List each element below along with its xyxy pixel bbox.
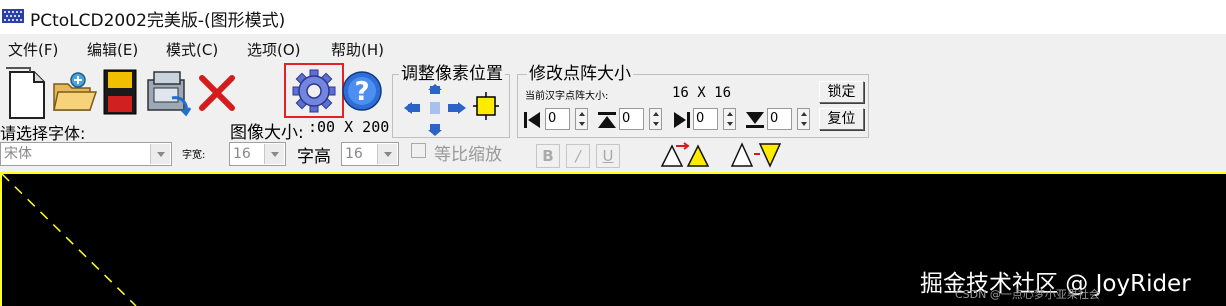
bottom-edge-spinner[interactable] <box>797 108 810 130</box>
char-height-label: 字高 <box>297 147 331 167</box>
title-bar: PCtoLCD2002完美版-(图形模式) <box>0 0 1226 34</box>
center-pixel-icon[interactable] <box>473 92 499 120</box>
char-width-dropdown-icon[interactable] <box>264 144 284 164</box>
rotate-mirror-icon[interactable] <box>660 142 716 168</box>
bold-button[interactable]: B <box>536 144 560 168</box>
reset-button[interactable]: 复位 <box>819 108 864 130</box>
bottom-edge-value[interactable]: 0 <box>767 108 792 130</box>
char-height-combo[interactable]: 16 <box>341 142 399 166</box>
left-edge-icon <box>524 112 540 128</box>
lock-button[interactable]: 锁定 <box>819 81 864 103</box>
flip-icon[interactable] <box>730 142 784 168</box>
settings-highlight-box <box>284 63 344 118</box>
menu-edit[interactable]: 编辑(E) <box>87 39 138 60</box>
char-height-dropdown-icon[interactable] <box>377 144 397 164</box>
svg-text:?: ? <box>354 77 369 107</box>
right-edge-value[interactable]: 0 <box>693 108 718 130</box>
pixel-shift-arrows-icon[interactable] <box>404 84 476 136</box>
char-height-value: 16 <box>345 146 363 162</box>
menu-file[interactable]: 文件(F) <box>8 39 58 60</box>
left-edge-value[interactable]: 0 <box>545 108 570 130</box>
char-width-combo[interactable]: 16 <box>229 142 286 166</box>
current-size-label: 当前汉字点阵大小: <box>525 91 609 102</box>
char-width-value: 16 <box>233 146 251 162</box>
app-logo-icon <box>2 9 24 23</box>
open-folder-icon[interactable] <box>50 68 98 116</box>
new-file-icon[interactable] <box>4 64 48 120</box>
font-combo-dropdown-icon[interactable] <box>150 144 170 164</box>
proportional-checkbox[interactable] <box>411 143 426 158</box>
top-edge-value[interactable]: 0 <box>619 108 644 130</box>
menu-help[interactable]: 帮助(H) <box>331 39 384 60</box>
left-edge-spinner[interactable] <box>575 108 588 130</box>
menu-bar: 文件(F) 编辑(E) 模式(C) 选项(O) 帮助(H) <box>0 34 1226 62</box>
delete-icon[interactable] <box>196 72 238 114</box>
dot-matrix-title: 修改点阵大小 <box>527 64 633 84</box>
menu-mode[interactable]: 模式(C) <box>166 39 218 60</box>
image-size-value: :00 X 200 <box>308 118 390 136</box>
pixel-position-title: 调整像素位置 <box>399 64 505 84</box>
current-size-value: 16 X 16 <box>672 85 732 101</box>
underline-button[interactable]: U <box>596 144 620 168</box>
bottom-edge-icon <box>746 112 764 128</box>
top-edge-spinner[interactable] <box>649 108 662 130</box>
italic-button[interactable]: / <box>566 144 590 168</box>
font-select-label: 请选择字体: <box>0 124 86 143</box>
watermark-sub: CSDN @一点心梦小亚果社会 <box>955 288 1100 301</box>
generate-data-icon[interactable] <box>142 66 194 118</box>
char-width-label: 字宽: <box>182 150 206 161</box>
top-edge-icon <box>598 112 616 128</box>
menu-options[interactable]: 选项(O) <box>247 39 301 60</box>
help-icon[interactable]: ? <box>341 70 383 112</box>
image-size-label: 图像大小: <box>230 123 304 143</box>
right-edge-spinner[interactable] <box>723 108 736 130</box>
save-disk-icon[interactable] <box>100 66 140 118</box>
font-combo[interactable]: 宋体 <box>0 142 172 166</box>
proportional-label: 等比缩放 <box>434 145 502 165</box>
font-combo-value: 宋体 <box>4 146 32 162</box>
right-edge-icon <box>674 112 690 128</box>
window-title: PCtoLCD2002完美版-(图形模式) <box>30 11 286 31</box>
